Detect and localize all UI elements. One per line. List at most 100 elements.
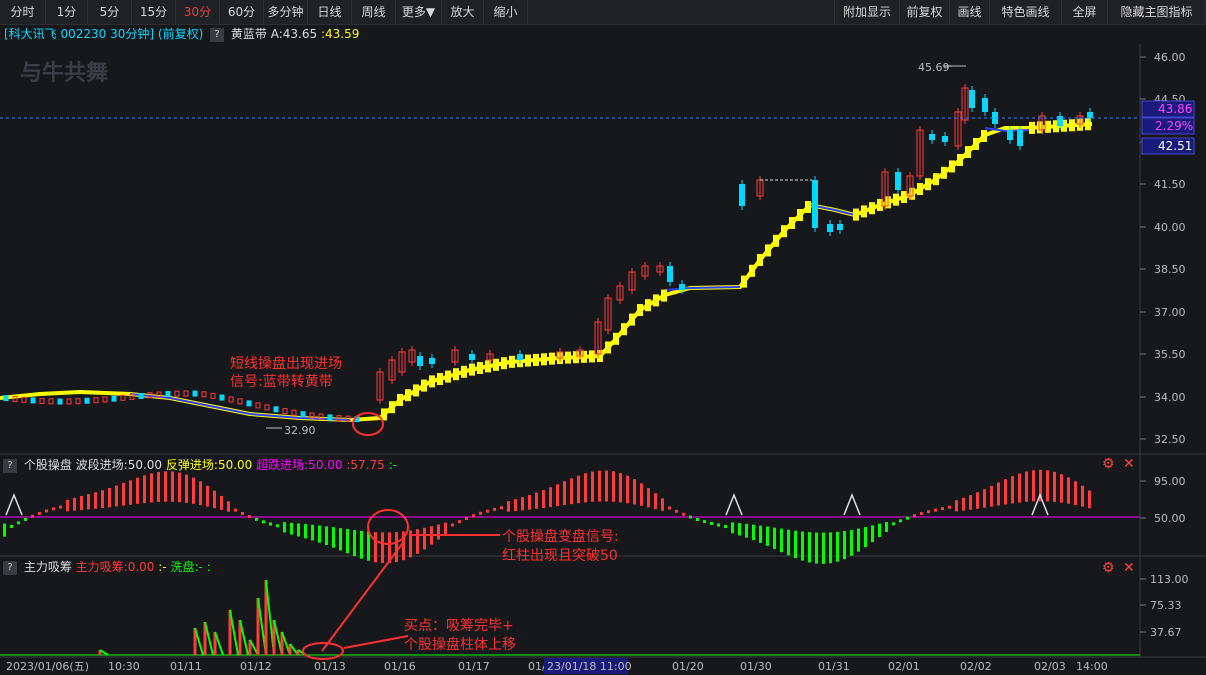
candle-body (469, 354, 475, 360)
candle-body (138, 393, 144, 400)
panel2-bar (52, 507, 55, 511)
panel2-bar (45, 509, 48, 513)
panel2-bar (297, 523, 300, 537)
high-price-label: 45.69 (918, 61, 950, 74)
panel2-bar (1081, 485, 1084, 507)
panel2-bar (619, 473, 622, 503)
panel2-bar (990, 485, 993, 507)
panel2-bar (199, 481, 202, 506)
panel2-bar (836, 531, 839, 562)
band-block (429, 375, 435, 388)
panel2-bar (577, 475, 580, 504)
panel2-bar (157, 471, 160, 502)
panel2-bar (570, 478, 573, 505)
candle-body (282, 408, 288, 415)
band-block (629, 313, 635, 326)
panel2-bar (710, 521, 713, 525)
panel2-bar (304, 524, 307, 539)
candle-body (246, 400, 252, 407)
band-block (917, 183, 923, 195)
panel2-bar (675, 509, 678, 513)
time-label: 2023/01/06(五) (6, 660, 89, 673)
panel2-bar (661, 498, 664, 511)
candle-body (48, 398, 54, 405)
panel2-bar (689, 515, 692, 519)
chart-canvas[interactable]: 与牛共舞 46.0044.5043.0041.5040.0038.5037.00… (0, 0, 1206, 675)
band-block (1069, 119, 1075, 132)
band-block (861, 205, 867, 218)
price-tick-label: 41.50 (1154, 178, 1186, 191)
panel3-tick-label: 75.33 (1150, 599, 1182, 612)
annotation-buy-line2: 个股操盘柱体上移 (404, 636, 516, 653)
band-block (661, 289, 667, 302)
panel2-bar (241, 511, 244, 515)
panel2-bar (787, 529, 790, 556)
panel2-bar (598, 470, 601, 502)
candle-body (942, 136, 948, 142)
band-block (645, 299, 651, 312)
panel2-bar (143, 475, 146, 504)
candle-body (183, 390, 189, 397)
time-label: 01/11 (170, 660, 202, 673)
panel2-bar (3, 523, 6, 537)
candle-body (273, 406, 279, 413)
panel2-bar (808, 532, 811, 563)
panel2-bar (73, 497, 76, 511)
panel2-bar (948, 505, 951, 509)
panel2-bar (864, 527, 867, 548)
panel2-bar (353, 530, 356, 557)
panel3-tick-label: 37.67 (1150, 626, 1182, 639)
annotation-entry-line1: 短线操盘出现进场 (230, 355, 342, 372)
panel2-bar (1067, 477, 1070, 504)
panel2-bar (465, 517, 468, 521)
watermark-logo: 与牛共舞 (20, 60, 108, 86)
band-block (621, 323, 627, 336)
band-block (869, 202, 875, 215)
band-block (901, 191, 907, 203)
panel2-bar (458, 520, 461, 524)
candle-body (66, 398, 72, 405)
panel2-bar (605, 470, 608, 502)
price-tick-label: 37.00 (1154, 306, 1186, 319)
panel2-bar (206, 485, 209, 507)
panel2-tick-label: 50.00 (1154, 512, 1186, 525)
candle-body (1017, 130, 1023, 146)
panel2-bar (703, 520, 706, 524)
panel2-bar (927, 510, 930, 514)
panel2-bar (717, 523, 720, 527)
cursor-price-box: 42.51 (1158, 139, 1192, 153)
candle-body (237, 398, 243, 405)
band-block (525, 354, 531, 367)
panel2-bar (472, 514, 475, 518)
candle-body (969, 90, 975, 108)
band-block (1029, 121, 1035, 134)
band-block (541, 353, 547, 366)
panel2-bar (892, 522, 895, 526)
panel2-bar (857, 528, 860, 552)
panel2-tick-label: 95.00 (1154, 475, 1186, 488)
panel2-bar (759, 525, 762, 543)
time-label: 01/30 (740, 660, 772, 673)
band-block (973, 138, 979, 150)
panel2-bar (969, 495, 972, 510)
annotation-signal-line1: 个股操盘变盘信号: (502, 528, 619, 545)
panel2-bar (248, 515, 251, 519)
panel2-bar (913, 514, 916, 518)
panel2-bar (500, 506, 503, 510)
panel2-bar (514, 499, 517, 512)
panel2-bar (171, 471, 174, 502)
panel2-bar (234, 508, 237, 512)
price-tick-label: 32.50 (1154, 433, 1186, 446)
price-tick-label: 40.00 (1154, 221, 1186, 234)
panel2-bar (283, 522, 286, 533)
panel2-bar (752, 524, 755, 541)
candle-body (57, 398, 63, 405)
panel2-bar (815, 532, 818, 564)
time-label: 01/16 (384, 660, 416, 673)
candle-body (228, 396, 234, 403)
blue-band-segment (129, 393, 351, 421)
panel2-bar (66, 499, 69, 512)
panel2-bar (493, 507, 496, 511)
panel2-bar (850, 529, 853, 556)
panel2-bar (1046, 470, 1049, 502)
